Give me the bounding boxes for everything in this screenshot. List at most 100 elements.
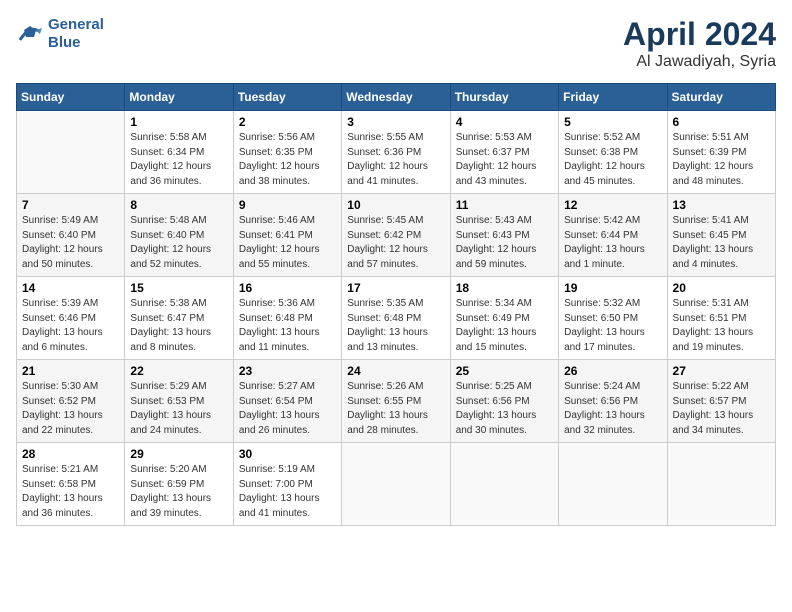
cell-content: Sunrise: 5:48 AM Sunset: 6:40 PM Dayligh… xyxy=(130,214,227,272)
cell-content: Sunrise: 5:34 AM Sunset: 6:49 PM Dayligh… xyxy=(456,297,553,355)
calendar-cell: 16 Sunrise: 5:36 AM Sunset: 6:48 PM Dayli… xyxy=(233,277,341,360)
calendar-cell: 5 Sunrise: 5:52 AM Sunset: 6:38 PM Daylig… xyxy=(559,111,667,194)
cell-content: Sunrise: 5:39 AM Sunset: 6:46 PM Dayligh… xyxy=(22,297,119,355)
day-number: 5 xyxy=(564,115,661,129)
calendar-cell: 29Sunrise: 5:20 AM Sunset: 6:59 PM Dayli… xyxy=(125,443,233,526)
day-number: 23 xyxy=(239,364,336,378)
calendar-week-row: 28 Sunrise: 5:21 AM Sunset: 6:58 PM Dayli… xyxy=(17,443,776,526)
weekday-header-cell: Saturday xyxy=(667,84,775,111)
day-number: 19 xyxy=(564,281,661,295)
calendar-cell: 13 Sunrise: 5:41 AM Sunset: 6:45 PM Dayli… xyxy=(667,194,775,277)
weekday-header-cell: Tuesday xyxy=(233,84,341,111)
day-number: 27 xyxy=(673,364,770,378)
calendar-cell: 12 Sunrise: 5:42 AM Sunset: 6:44 PM Dayli… xyxy=(559,194,667,277)
weekday-header-row: SundayMondayTuesdayWednesdayThursdayFrid… xyxy=(17,84,776,111)
weekday-header-cell: Sunday xyxy=(17,84,125,111)
calendar-cell: 19 Sunrise: 5:32 AM Sunset: 6:50 PM Dayli… xyxy=(559,277,667,360)
cell-content: Sunrise: 5:29 AM Sunset: 6:53 PM Dayligh… xyxy=(130,380,227,438)
day-number: 16 xyxy=(239,281,336,295)
calendar-cell: 17 Sunrise: 5:35 AM Sunset: 6:48 PM Dayli… xyxy=(342,277,450,360)
calendar-cell: 26 Sunrise: 5:24 AM Sunset: 6:56 PM Dayli… xyxy=(559,360,667,443)
weekday-header-cell: Thursday xyxy=(450,84,558,111)
day-number: 30 xyxy=(239,447,336,461)
day-number: 17 xyxy=(347,281,444,295)
calendar-week-row: 21Sunrise: 5:30 AM Sunset: 6:52 PM Dayli… xyxy=(17,360,776,443)
day-number: 1 xyxy=(130,115,227,129)
day-number: 29 xyxy=(130,447,227,461)
day-number: 22 xyxy=(130,364,227,378)
cell-content: Sunrise: 5:49 AM Sunset: 6:40 PM Dayligh… xyxy=(22,214,119,272)
calendar-cell: 14Sunrise: 5:39 AM Sunset: 6:46 PM Dayli… xyxy=(17,277,125,360)
calendar-cell: 23Sunrise: 5:27 AM Sunset: 6:54 PM Dayli… xyxy=(233,360,341,443)
cell-content: Sunrise: 5:24 AM Sunset: 6:56 PM Dayligh… xyxy=(564,380,661,438)
logo: General Blue xyxy=(16,16,104,52)
day-number: 13 xyxy=(673,198,770,212)
calendar-week-row: 14Sunrise: 5:39 AM Sunset: 6:46 PM Dayli… xyxy=(17,277,776,360)
calendar-cell: 11Sunrise: 5:43 AM Sunset: 6:43 PM Dayli… xyxy=(450,194,558,277)
day-number: 3 xyxy=(347,115,444,129)
cell-content: Sunrise: 5:58 AM Sunset: 6:34 PM Dayligh… xyxy=(130,131,227,189)
cell-content: Sunrise: 5:26 AM Sunset: 6:55 PM Dayligh… xyxy=(347,380,444,438)
cell-content: Sunrise: 5:43 AM Sunset: 6:43 PM Dayligh… xyxy=(456,214,553,272)
calendar-cell: 3Sunrise: 5:55 AM Sunset: 6:36 PM Daylig… xyxy=(342,111,450,194)
day-number: 12 xyxy=(564,198,661,212)
day-number: 18 xyxy=(456,281,553,295)
cell-content: Sunrise: 5:53 AM Sunset: 6:37 PM Dayligh… xyxy=(456,131,553,189)
header: General Blue April 2024 Al Jawadiyah, Sy… xyxy=(16,16,776,71)
day-number: 25 xyxy=(456,364,553,378)
calendar-cell: 15 Sunrise: 5:38 AM Sunset: 6:47 PM Dayli… xyxy=(125,277,233,360)
cell-content: Sunrise: 5:35 AM Sunset: 6:48 PM Dayligh… xyxy=(347,297,444,355)
calendar-cell xyxy=(342,443,450,526)
cell-content: Sunrise: 5:21 AM Sunset: 6:58 PM Dayligh… xyxy=(22,463,119,521)
cell-content: Sunrise: 5:25 AM Sunset: 6:56 PM Dayligh… xyxy=(456,380,553,438)
cell-content: Sunrise: 5:36 AM Sunset: 6:48 PM Dayligh… xyxy=(239,297,336,355)
calendar-cell: 8Sunrise: 5:48 AM Sunset: 6:40 PM Daylig… xyxy=(125,194,233,277)
calendar-cell xyxy=(450,443,558,526)
day-number: 26 xyxy=(564,364,661,378)
calendar-cell: 24 Sunrise: 5:26 AM Sunset: 6:55 PM Dayli… xyxy=(342,360,450,443)
cell-content: Sunrise: 5:32 AM Sunset: 6:50 PM Dayligh… xyxy=(564,297,661,355)
day-number: 20 xyxy=(673,281,770,295)
day-number: 15 xyxy=(130,281,227,295)
calendar-cell: 28 Sunrise: 5:21 AM Sunset: 6:58 PM Dayli… xyxy=(17,443,125,526)
cell-content: Sunrise: 5:38 AM Sunset: 6:47 PM Dayligh… xyxy=(130,297,227,355)
cell-content: Sunrise: 5:22 AM Sunset: 6:57 PM Dayligh… xyxy=(673,380,770,438)
calendar-cell xyxy=(559,443,667,526)
day-number: 10 xyxy=(347,198,444,212)
calendar-cell: 9 Sunrise: 5:46 AM Sunset: 6:41 PM Daylig… xyxy=(233,194,341,277)
calendar-table: SundayMondayTuesdayWednesdayThursdayFrid… xyxy=(16,83,776,526)
cell-content: Sunrise: 5:31 AM Sunset: 6:51 PM Dayligh… xyxy=(673,297,770,355)
cell-content: Sunrise: 5:45 AM Sunset: 6:42 PM Dayligh… xyxy=(347,214,444,272)
logo-icon xyxy=(16,20,44,48)
calendar-cell: 21Sunrise: 5:30 AM Sunset: 6:52 PM Dayli… xyxy=(17,360,125,443)
calendar-cell: 4 Sunrise: 5:53 AM Sunset: 6:37 PM Daylig… xyxy=(450,111,558,194)
calendar-cell xyxy=(667,443,775,526)
cell-content: Sunrise: 5:19 AM Sunset: 7:00 PM Dayligh… xyxy=(239,463,336,521)
calendar-cell: 22 Sunrise: 5:29 AM Sunset: 6:53 PM Dayli… xyxy=(125,360,233,443)
day-number: 6 xyxy=(673,115,770,129)
calendar-cell: 27 Sunrise: 5:22 AM Sunset: 6:57 PM Dayli… xyxy=(667,360,775,443)
calendar-cell: 10 Sunrise: 5:45 AM Sunset: 6:42 PM Dayli… xyxy=(342,194,450,277)
month-title: April 2024 xyxy=(623,16,776,53)
day-number: 9 xyxy=(239,198,336,212)
cell-content: Sunrise: 5:56 AM Sunset: 6:35 PM Dayligh… xyxy=(239,131,336,189)
location-title: Al Jawadiyah, Syria xyxy=(623,53,776,71)
cell-content: Sunrise: 5:42 AM Sunset: 6:44 PM Dayligh… xyxy=(564,214,661,272)
calendar-cell: 18 Sunrise: 5:34 AM Sunset: 6:49 PM Dayli… xyxy=(450,277,558,360)
calendar-week-row: 1 Sunrise: 5:58 AM Sunset: 6:34 PM Daylig… xyxy=(17,111,776,194)
cell-content: Sunrise: 5:41 AM Sunset: 6:45 PM Dayligh… xyxy=(673,214,770,272)
cell-content: Sunrise: 5:51 AM Sunset: 6:39 PM Dayligh… xyxy=(673,131,770,189)
calendar-week-row: 7Sunrise: 5:49 AM Sunset: 6:40 PM Daylig… xyxy=(17,194,776,277)
weekday-header-cell: Friday xyxy=(559,84,667,111)
weekday-header-cell: Wednesday xyxy=(342,84,450,111)
day-number: 24 xyxy=(347,364,444,378)
day-number: 28 xyxy=(22,447,119,461)
logo-text: General Blue xyxy=(48,16,104,52)
cell-content: Sunrise: 5:46 AM Sunset: 6:41 PM Dayligh… xyxy=(239,214,336,272)
calendar-cell: 25 Sunrise: 5:25 AM Sunset: 6:56 PM Dayli… xyxy=(450,360,558,443)
cell-content: Sunrise: 5:52 AM Sunset: 6:38 PM Dayligh… xyxy=(564,131,661,189)
calendar-cell: 20 Sunrise: 5:31 AM Sunset: 6:51 PM Dayli… xyxy=(667,277,775,360)
day-number: 2 xyxy=(239,115,336,129)
day-number: 4 xyxy=(456,115,553,129)
calendar-cell: 7Sunrise: 5:49 AM Sunset: 6:40 PM Daylig… xyxy=(17,194,125,277)
